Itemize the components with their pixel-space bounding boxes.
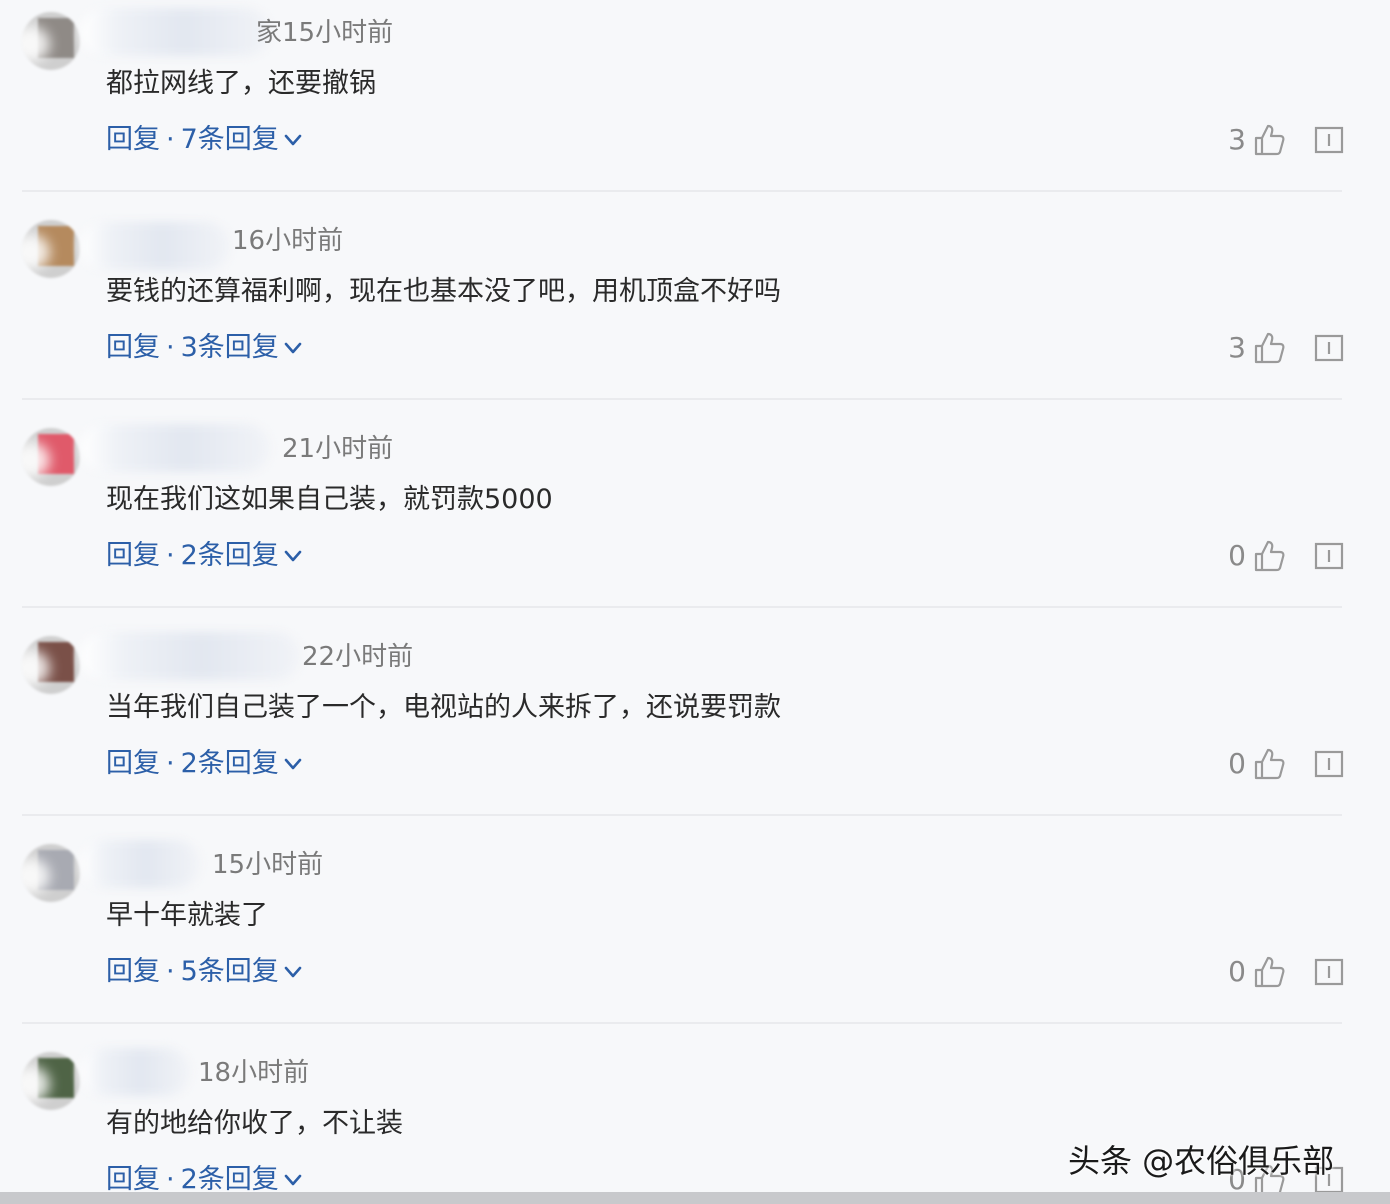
divider xyxy=(22,190,1342,192)
report-icon[interactable] xyxy=(1314,957,1344,987)
thumbs-up-icon[interactable] xyxy=(1252,955,1286,989)
separator-dot: · xyxy=(166,540,175,571)
username-redacted[interactable] xyxy=(80,632,300,680)
username-fragment: 家 xyxy=(256,18,283,48)
avatar[interactable] xyxy=(22,12,80,70)
chevron-down-icon[interactable] xyxy=(283,338,303,358)
divider xyxy=(22,814,1342,816)
bottom-scroll-edge xyxy=(0,1192,1390,1204)
username-redacted[interactable] xyxy=(80,840,200,888)
report-icon[interactable] xyxy=(1314,749,1344,779)
chevron-down-icon[interactable] xyxy=(283,1170,303,1190)
chevron-down-icon[interactable] xyxy=(283,962,303,982)
comment-tools: 0 xyxy=(1228,952,1344,992)
reply-button[interactable]: 回复 xyxy=(106,744,160,784)
comment-item: 家 15小时前 都拉网线了，还要撤锅 回复 · 7条回复 3 xyxy=(0,0,1390,208)
report-icon[interactable] xyxy=(1314,125,1344,155)
comment-time: 15小时前 xyxy=(212,850,324,880)
avatar[interactable] xyxy=(22,636,80,694)
divider xyxy=(22,606,1342,608)
reply-button[interactable]: 回复 xyxy=(106,328,160,368)
separator-dot: · xyxy=(166,332,175,363)
like-count: 3 xyxy=(1228,123,1246,156)
reply-count-toggle[interactable]: 7条回复 xyxy=(181,120,279,160)
username-redacted[interactable] xyxy=(80,8,270,56)
thumbs-up-icon[interactable] xyxy=(1252,747,1286,781)
comment-feed: 家 15小时前 都拉网线了，还要撤锅 回复 · 7条回复 3 16小时前 要钱的… xyxy=(0,0,1390,1204)
chevron-down-icon[interactable] xyxy=(283,130,303,150)
reply-count-toggle[interactable]: 3条回复 xyxy=(181,328,279,368)
comment-item: 16小时前 要钱的还算福利啊，现在也基本没了吧，用机顶盒不好吗 回复 · 3条回… xyxy=(0,208,1390,416)
comment-actions: 回复 · 7条回复 xyxy=(106,120,303,160)
reply-count-toggle[interactable]: 2条回复 xyxy=(181,536,279,576)
comment-tools: 3 xyxy=(1228,328,1344,368)
separator-dot: · xyxy=(166,956,175,987)
comment-time: 18小时前 xyxy=(198,1058,310,1088)
like-count: 0 xyxy=(1228,747,1246,780)
comment-actions: 回复 · 2条回复 xyxy=(106,536,303,576)
comment-text: 早十年就装了 xyxy=(106,900,268,931)
thumbs-up-icon[interactable] xyxy=(1252,123,1286,157)
like-count: 0 xyxy=(1228,955,1246,988)
comment-text: 都拉网线了，还要撤锅 xyxy=(106,68,376,99)
thumbs-up-icon[interactable] xyxy=(1252,539,1286,573)
divider xyxy=(22,1022,1342,1024)
separator-dot: · xyxy=(166,748,175,779)
chevron-down-icon[interactable] xyxy=(283,754,303,774)
watermark: 头条 @农俗俱乐部 xyxy=(1068,1142,1335,1180)
comment-time: 21小时前 xyxy=(282,434,394,464)
avatar[interactable] xyxy=(22,1052,80,1110)
comment-tools: 3 xyxy=(1228,120,1344,160)
comment-text: 现在我们这如果自己装，就罚款5000 xyxy=(106,484,553,515)
comment-text: 要钱的还算福利啊，现在也基本没了吧，用机顶盒不好吗 xyxy=(106,276,781,307)
comment-item: 22小时前 当年我们自己装了一个，电视站的人来拆了，还说要罚款 回复 · 2条回… xyxy=(0,624,1390,832)
reply-button[interactable]: 回复 xyxy=(106,536,160,576)
reply-count-toggle[interactable]: 2条回复 xyxy=(181,744,279,784)
like-count: 0 xyxy=(1228,539,1246,572)
comment-time: 15小时前 xyxy=(282,18,394,48)
report-icon[interactable] xyxy=(1314,541,1344,571)
username-redacted[interactable] xyxy=(80,222,230,270)
username-redacted[interactable] xyxy=(80,1048,190,1096)
separator-dot: · xyxy=(166,124,175,155)
avatar[interactable] xyxy=(22,428,80,486)
divider xyxy=(22,398,1342,400)
comment-actions: 回复 · 3条回复 xyxy=(106,328,303,368)
avatar[interactable] xyxy=(22,844,80,902)
avatar[interactable] xyxy=(22,220,80,278)
comment-tools: 0 xyxy=(1228,536,1344,576)
comment-tools: 0 xyxy=(1228,744,1344,784)
report-icon[interactable] xyxy=(1314,333,1344,363)
reply-button[interactable]: 回复 xyxy=(106,952,160,992)
reply-count-toggle[interactable]: 5条回复 xyxy=(181,952,279,992)
reply-button[interactable]: 回复 xyxy=(106,120,160,160)
comment-actions: 回复 · 2条回复 xyxy=(106,744,303,784)
comment-time: 16小时前 xyxy=(232,226,344,256)
comment-time: 22小时前 xyxy=(302,642,414,672)
like-count: 3 xyxy=(1228,331,1246,364)
thumbs-up-icon[interactable] xyxy=(1252,331,1286,365)
comment-item: 21小时前 现在我们这如果自己装，就罚款5000 回复 · 2条回复 0 xyxy=(0,416,1390,624)
comment-text: 有的地给你收了，不让装 xyxy=(106,1108,403,1139)
username-redacted[interactable] xyxy=(80,424,270,472)
chevron-down-icon[interactable] xyxy=(283,546,303,566)
comment-item: 15小时前 早十年就装了 回复 · 5条回复 0 xyxy=(0,832,1390,1040)
comment-actions: 回复 · 5条回复 xyxy=(106,952,303,992)
comment-text: 当年我们自己装了一个，电视站的人来拆了，还说要罚款 xyxy=(106,692,781,723)
